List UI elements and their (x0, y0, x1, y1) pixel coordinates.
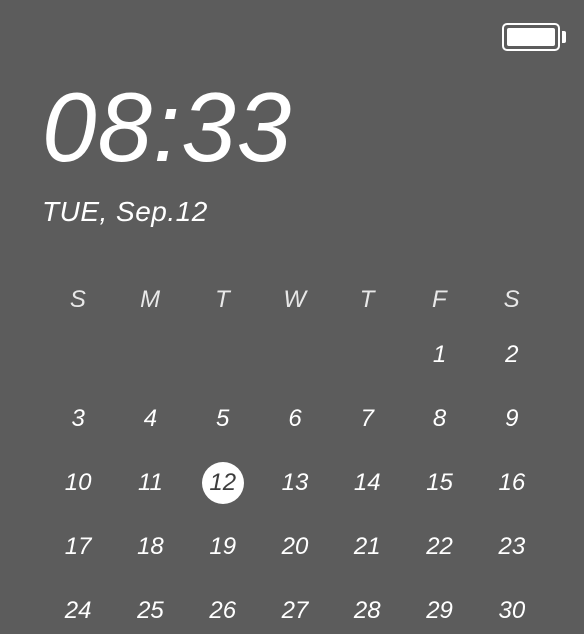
calendar-day-cell[interactable]: 3 (42, 396, 114, 442)
calendar-header-cell: W (259, 286, 331, 314)
calendar-day-cell[interactable]: 17 (42, 524, 114, 570)
calendar-day-cell[interactable]: 28 (331, 588, 403, 634)
calendar-day-cell[interactable]: 1 (403, 332, 475, 378)
battery-fill (507, 28, 555, 46)
clock-date: TUE, Sep.12 (42, 196, 548, 228)
calendar-day-cell[interactable]: 24 (42, 588, 114, 634)
battery-tip (562, 31, 566, 43)
clock-time: 08:33 (42, 78, 548, 176)
calendar-day-cell[interactable]: 18 (114, 524, 186, 570)
calendar-day-cell[interactable]: 8 (403, 396, 475, 442)
calendar-empty-cell (187, 332, 259, 378)
battery-body (502, 23, 560, 51)
calendar-day-cell[interactable]: 13 (259, 460, 331, 506)
calendar-day-cell[interactable]: 2 (476, 332, 548, 378)
calendar-empty-cell (42, 332, 114, 378)
calendar-day-cell[interactable]: 19 (187, 524, 259, 570)
calendar-empty-cell (331, 332, 403, 378)
calendar-header-cell: M (114, 286, 186, 314)
calendar-day-cell[interactable]: 21 (331, 524, 403, 570)
calendar-empty-cell (114, 332, 186, 378)
lockscreen-content: 08:33 TUE, Sep.12 SMTWTFS123456789101112… (0, 0, 584, 634)
calendar-day-cell[interactable]: 14 (331, 460, 403, 506)
calendar-day-cell[interactable]: 10 (42, 460, 114, 506)
calendar-day-cell[interactable]: 4 (114, 396, 186, 442)
calendar-day-cell[interactable]: 15 (403, 460, 475, 506)
calendar-header-cell: F (403, 286, 475, 314)
calendar-day-cell[interactable]: 30 (476, 588, 548, 634)
calendar-header-cell: T (331, 286, 403, 314)
calendar-day-cell[interactable]: 25 (114, 588, 186, 634)
calendar-day-cell[interactable]: 5 (187, 396, 259, 442)
battery-indicator (502, 22, 566, 52)
calendar-day-cell[interactable]: 7 (331, 396, 403, 442)
calendar-day-cell[interactable]: 26 (187, 588, 259, 634)
calendar-day-cell[interactable]: 16 (476, 460, 548, 506)
calendar-day-cell[interactable]: 27 (259, 588, 331, 634)
calendar-day-cell[interactable]: 6 (259, 396, 331, 442)
calendar-header-cell: S (42, 286, 114, 314)
calendar-day-cell[interactable]: 9 (476, 396, 548, 442)
calendar-header-cell: S (476, 286, 548, 314)
calendar-day-cell[interactable]: 23 (476, 524, 548, 570)
calendar-day-cell[interactable]: 11 (114, 460, 186, 506)
calendar-empty-cell (259, 332, 331, 378)
calendar-day-cell[interactable]: 22 (403, 524, 475, 570)
calendar-day-cell[interactable]: 29 (403, 588, 475, 634)
calendar-grid[interactable]: SMTWTFS123456789101112131415161718192021… (42, 286, 548, 634)
calendar-header-cell: T (187, 286, 259, 314)
calendar-day-cell[interactable]: 20 (259, 524, 331, 570)
calendar-day-cell[interactable]: 12 (187, 460, 259, 506)
